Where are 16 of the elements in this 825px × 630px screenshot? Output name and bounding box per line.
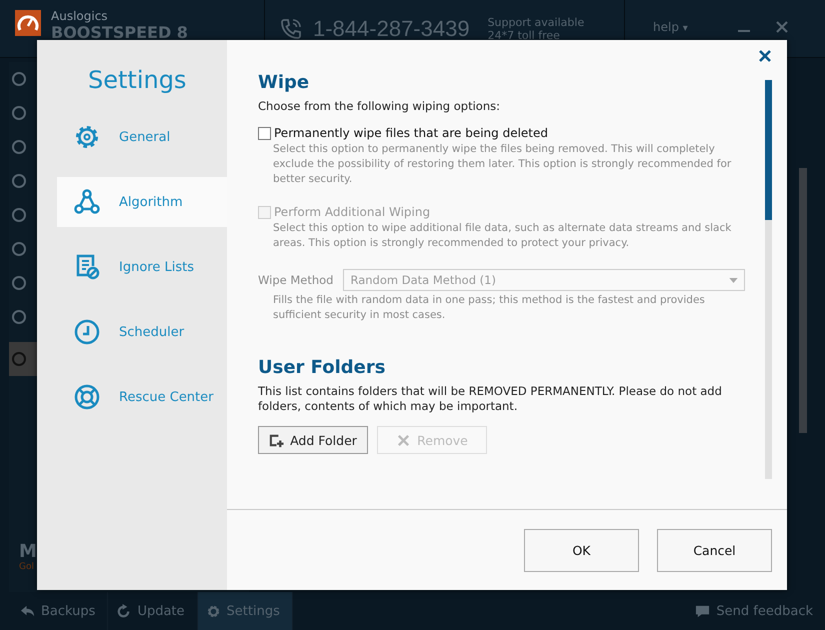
section-heading: Wipe (258, 72, 310, 93)
phone-number: 1-844-287-3439 (313, 16, 470, 42)
promo-title: M (19, 541, 38, 562)
option-description: Select this option to permanently wipe the files being removed. This will completely exclude the possibility of restoring them later. This option is strongly recommended for better security. (273, 142, 732, 187)
section-text: This list contains folders that will be REMOVED PERMANENTLY. Please do not add folders, contents of which may be important. (258, 384, 723, 414)
section-heading: User Folders (258, 357, 386, 378)
option-description: Select this option to wipe additional file data, such as alternate data streams and slack areas. This option is strongly recommended to protect your privacy. (273, 221, 732, 251)
support-note: 24*7 toll free (488, 28, 561, 42)
wipe-method-label: Wipe Method (258, 273, 334, 287)
brand-product: BOOSTSPEED 8 (51, 25, 188, 41)
section-intro: Choose from the following wiping options: (258, 99, 501, 114)
promo-subtitle: Gol (19, 562, 35, 572)
brand-company: Auslogics (51, 10, 109, 22)
dialog-title: Settings (88, 66, 188, 94)
method-description: Fills the file with random data in one pass; this method is the fastest and provides sufficient security in most cases. (273, 293, 706, 323)
support-hours: Support available (488, 16, 584, 28)
